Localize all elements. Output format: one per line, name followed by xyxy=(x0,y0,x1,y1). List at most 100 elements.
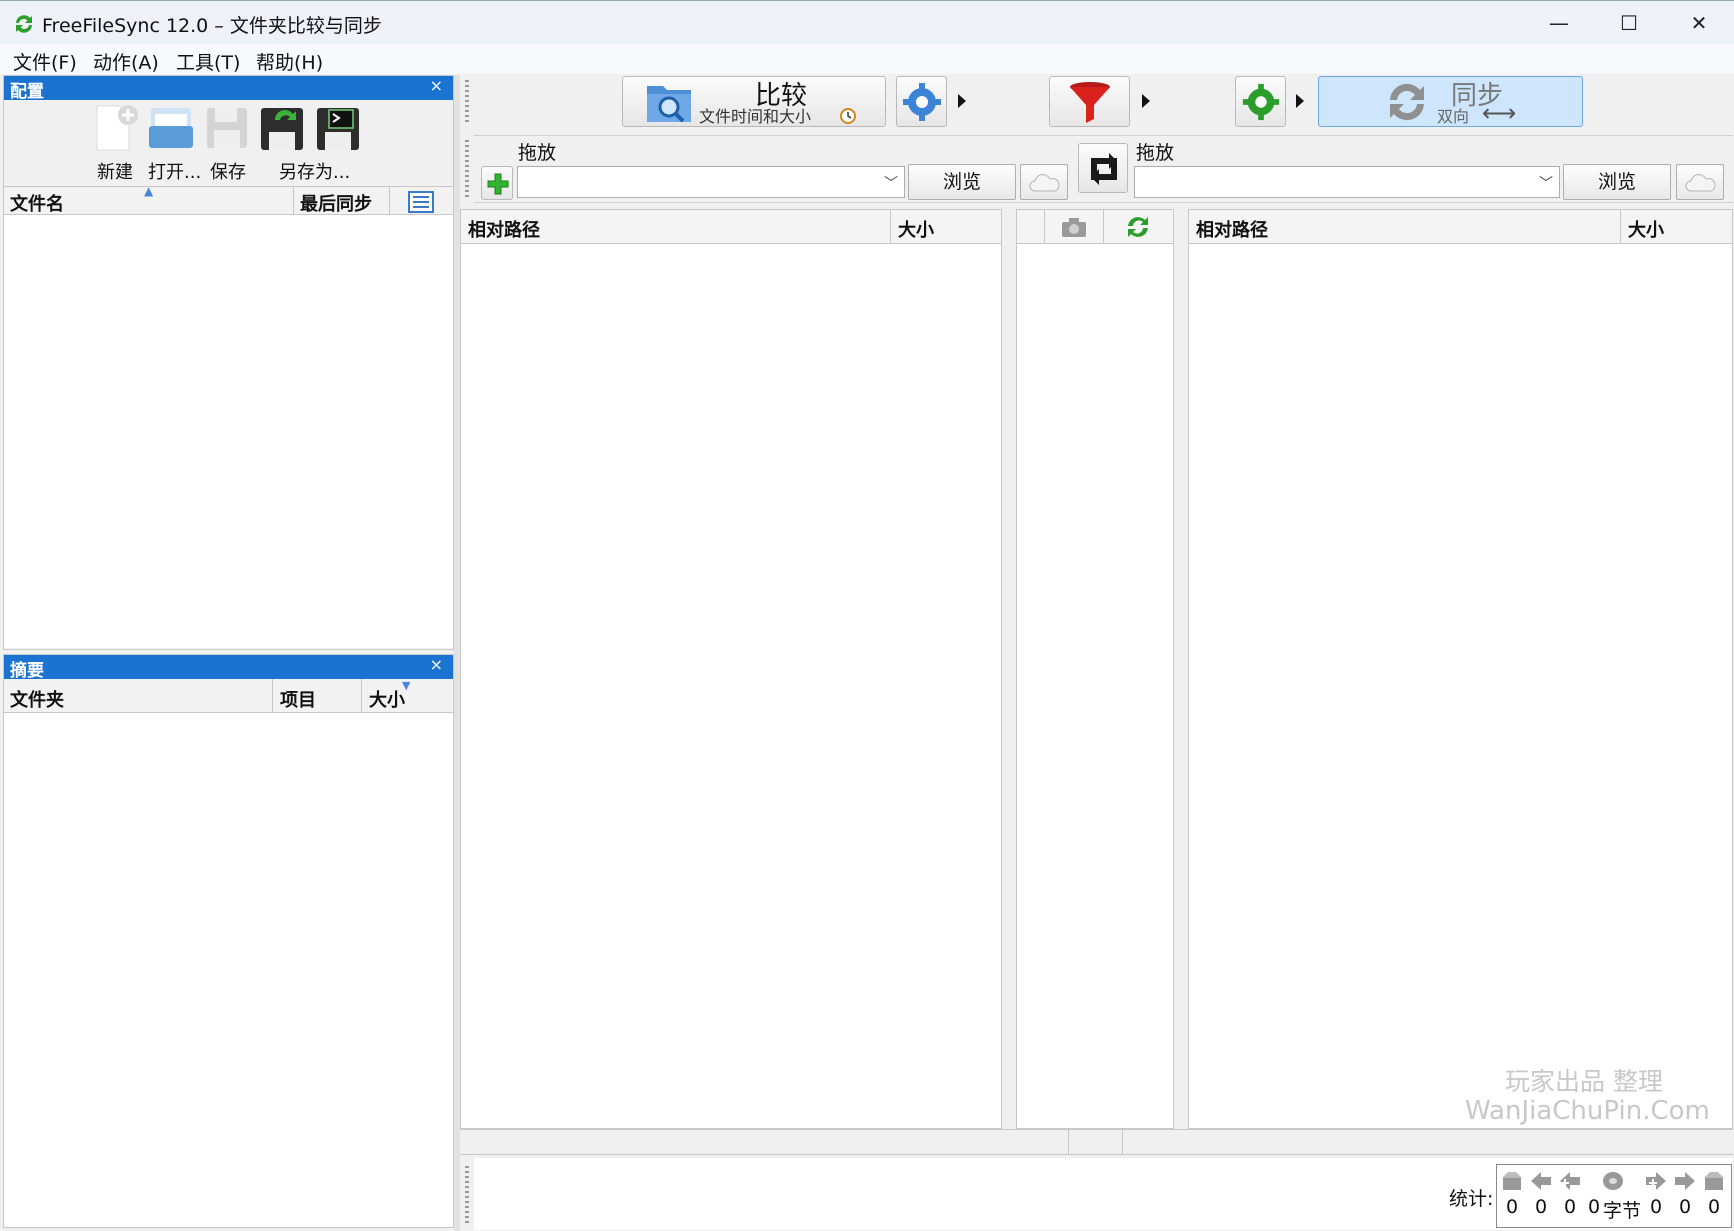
freefilesync-logo-icon xyxy=(16,15,32,33)
add-folder-pair-button[interactable] xyxy=(481,166,513,200)
summary-column-folder[interactable]: 文件夹 xyxy=(10,686,64,712)
grid-gap-left xyxy=(1002,209,1016,1129)
stat-delete-left: 0 xyxy=(1506,1196,1519,1218)
compare-variant-label: 文件时间和大小 xyxy=(699,107,812,126)
config-column-last-sync[interactable]: 最后同步 xyxy=(300,190,372,216)
swap-arrows-icon xyxy=(1091,153,1117,185)
create-left-icon xyxy=(1560,1172,1580,1190)
stat-create-left: 0 xyxy=(1564,1196,1577,1218)
menu-help[interactable]: 帮助(H) xyxy=(256,48,323,75)
toolbar-grip[interactable] xyxy=(465,80,469,124)
stat-bytes-unit: 字节 xyxy=(1603,1200,1642,1222)
green-gear-icon xyxy=(1242,83,1280,121)
sort-ascending-icon: ▲ xyxy=(144,184,154,198)
left-browse-button[interactable]: 浏览 xyxy=(908,164,1016,200)
open-config-button[interactable] xyxy=(145,102,197,154)
stat-update-left: 0 xyxy=(1535,1196,1548,1218)
menu-bar: 文件(F) 动作(A) 工具(T) 帮助(H) xyxy=(0,44,1734,74)
minimize-button[interactable]: — xyxy=(1524,1,1594,45)
left-drop-label: 拖放 xyxy=(518,142,557,164)
save-as-batch-button[interactable] xyxy=(313,102,365,154)
save-config-label: 保存 xyxy=(210,162,246,183)
config-list-header: 文件名 ▲ 最后同步 xyxy=(4,184,453,216)
sync-direction-icon[interactable] xyxy=(1125,215,1151,239)
config-panel-title: 配置 xyxy=(10,82,44,102)
data-disk-icon xyxy=(1603,1172,1623,1190)
window-title: FreeFileSync 12.0 – 文件夹比较与同步 xyxy=(42,15,382,37)
stat-update-right: 0 xyxy=(1679,1196,1692,1218)
arrow-right-icon xyxy=(1675,1172,1695,1190)
open-folder-icon xyxy=(149,108,193,148)
config-panel-close-button[interactable]: × xyxy=(430,76,443,95)
menu-actions[interactable]: 动作(A) xyxy=(93,48,159,75)
green-plus-icon xyxy=(487,173,509,195)
sync-settings-button[interactable] xyxy=(1235,76,1286,127)
status-bar xyxy=(460,1129,1733,1155)
compare-magnifier-icon xyxy=(647,86,691,123)
stats-bar-grip[interactable] xyxy=(465,1166,469,1224)
close-window-button[interactable]: ✕ xyxy=(1664,1,1734,45)
menu-file[interactable]: 文件(F) xyxy=(13,48,77,75)
sync-dropdown-arrow-icon[interactable] xyxy=(1296,94,1304,108)
watermark-line2: WanJiaChuPin.Com xyxy=(1465,1096,1710,1126)
left-column-size[interactable]: 大小 xyxy=(898,216,934,242)
summary-column-size[interactable]: 大小 xyxy=(369,686,405,712)
right-browse-button[interactable]: 浏览 xyxy=(1563,164,1671,200)
save-as-sync-icon xyxy=(261,108,303,150)
grid-gap-right xyxy=(1174,209,1188,1129)
new-document-icon xyxy=(96,105,138,151)
save-disk-icon xyxy=(207,108,247,148)
stat-create-right: 0 xyxy=(1650,1196,1663,1218)
sort-descending-icon: ▼ xyxy=(402,679,411,692)
right-folder-dropdown-icon[interactable]: ﹀ xyxy=(1539,173,1553,193)
summary-column-items[interactable]: 项目 xyxy=(280,686,316,712)
summary-panel-title: 摘要 xyxy=(10,661,44,681)
create-right-icon xyxy=(1646,1172,1666,1190)
middle-action-grid[interactable] xyxy=(1016,209,1174,1129)
right-cloud-button[interactable] xyxy=(1676,164,1724,200)
new-config-button[interactable] xyxy=(89,102,141,154)
left-folder-dropdown-icon[interactable]: ﹀ xyxy=(884,173,898,193)
folder-bar-grip[interactable] xyxy=(465,140,469,198)
right-file-grid[interactable]: 相对路径 大小 玩家出品 整理 WanJiaChuPin.Com xyxy=(1188,209,1733,1129)
config-column-name[interactable]: 文件名 xyxy=(10,190,64,216)
left-column-relative-path[interactable]: 相对路径 xyxy=(468,216,540,242)
maximize-button[interactable]: ☐ xyxy=(1594,1,1664,45)
filter-button[interactable] xyxy=(1049,76,1130,127)
config-list[interactable]: 文件名 ▲ 最后同步 xyxy=(4,184,453,648)
filter-dropdown-arrow-icon[interactable] xyxy=(1142,94,1150,108)
new-config-label: 新建 xyxy=(97,162,133,183)
save-config-button[interactable] xyxy=(201,102,253,154)
save-as-config-button[interactable] xyxy=(257,102,309,154)
delete-right-icon xyxy=(1704,1172,1724,1190)
delete-left-icon xyxy=(1502,1172,1522,1190)
compare-button[interactable]: 比较 文件时间和大小 xyxy=(622,76,886,127)
summary-panel-close-button[interactable]: × xyxy=(430,655,443,674)
alarm-clock-icon xyxy=(840,108,856,124)
swap-sides-button[interactable] xyxy=(1078,143,1128,193)
two-way-arrow-icon: ⟷ xyxy=(1482,99,1517,127)
stat-bytes: 0 xyxy=(1588,1196,1601,1218)
compare-settings-button[interactable] xyxy=(896,76,947,127)
sync-arrows-icon xyxy=(1390,83,1424,121)
left-file-grid[interactable]: 相对路径 大小 xyxy=(460,209,1002,1129)
menu-tools[interactable]: 工具(T) xyxy=(176,48,240,75)
left-folder-input[interactable]: ﹀ xyxy=(517,166,905,198)
summary-panel-header: 摘要 × xyxy=(4,655,453,681)
watermark-line1: 玩家出品 整理 xyxy=(1505,1067,1663,1096)
statistics-label: 统计: xyxy=(1449,1188,1494,1210)
cloud-icon xyxy=(1029,174,1060,192)
left-cloud-button[interactable] xyxy=(1020,164,1068,200)
right-column-relative-path[interactable]: 相对路径 xyxy=(1196,216,1268,242)
summary-panel: 摘要 × 文件夹 项目 大小 ▼ xyxy=(3,654,454,1228)
category-camera-icon[interactable] xyxy=(1060,216,1088,238)
column-options-icon[interactable] xyxy=(408,191,434,213)
synchronize-button[interactable]: 同步 双向 ⟷ xyxy=(1318,76,1583,127)
cloud-icon xyxy=(1685,174,1716,192)
right-folder-input[interactable]: ﹀ xyxy=(1134,166,1560,198)
compare-dropdown-arrow-icon[interactable] xyxy=(958,94,966,108)
right-drop-label: 拖放 xyxy=(1136,142,1175,164)
right-column-size[interactable]: 大小 xyxy=(1628,216,1664,242)
save-as-batch-icon xyxy=(317,108,359,150)
middle-grid-header xyxy=(1017,210,1173,244)
